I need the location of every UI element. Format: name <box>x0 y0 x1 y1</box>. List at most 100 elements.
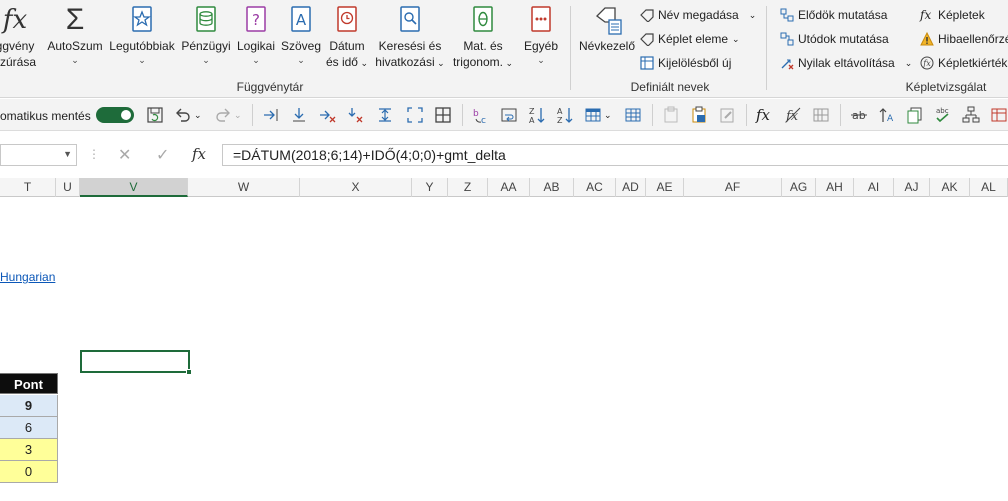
show-formulas-label: Képletek <box>938 8 985 22</box>
column-header-aj[interactable]: AJ <box>894 178 930 197</box>
table-cell[interactable]: 6 <box>0 417 58 439</box>
column-header-aa[interactable]: AA <box>488 178 530 197</box>
undo-icon[interactable] <box>174 106 192 124</box>
trace-precedents-icon[interactable] <box>262 106 280 124</box>
remove-arrows-icon[interactable] <box>318 106 336 124</box>
trace-precedents-button[interactable]: Elődök mutatása <box>780 8 887 22</box>
name-manager-button[interactable]: Névkezelő <box>578 4 636 54</box>
column-header-t[interactable]: T <box>0 178 56 197</box>
more-functions-button[interactable]: Egyéb ⌄ <box>520 4 562 66</box>
chevron-down-icon[interactable]: ⌄ <box>604 106 614 124</box>
sort-up-icon[interactable]: A <box>878 106 896 124</box>
insert-table-icon[interactable] <box>584 106 602 124</box>
name-box[interactable]: ▼ <box>0 144 77 166</box>
table-cell[interactable]: 0 <box>0 461 58 483</box>
copy-sheet-icon[interactable] <box>906 106 924 124</box>
wrap-text-icon[interactable] <box>500 106 518 124</box>
text-functions-button[interactable]: A Szöveg ⌄ <box>280 4 322 66</box>
insert-function-icon[interactable]: fx <box>192 145 206 163</box>
financial-functions-button[interactable]: Pénzügyi ⌄ <box>180 4 232 66</box>
chevron-down-icon: ⌄ <box>252 55 260 65</box>
svg-text:b: b <box>473 109 479 119</box>
sort-za-icon[interactable]: AZ <box>556 106 574 125</box>
insert-function-icon[interactable]: fx <box>756 106 774 124</box>
trace-dependents-button[interactable]: Utódok mutatása <box>780 32 889 46</box>
redo-icon[interactable] <box>214 106 232 124</box>
column-header-ah[interactable]: AH <box>816 178 854 197</box>
strikethrough-icon[interactable]: ab <box>850 106 868 124</box>
chevron-down-icon: ⌄ <box>748 9 757 20</box>
fit-cell-icon[interactable] <box>406 106 424 124</box>
evaluate-formula-button[interactable]: fx Képletkiérték <box>920 56 1007 70</box>
paste-values-icon[interactable] <box>690 106 708 124</box>
hyperlink-cell[interactable]: Hungarian <box>0 270 55 284</box>
column-header-u[interactable]: U <box>56 178 80 197</box>
lookup-label-1: Keresési és <box>378 39 442 53</box>
column-header-w[interactable]: W <box>188 178 300 197</box>
column-header-af[interactable]: AF <box>684 178 782 197</box>
lookup-functions-button[interactable]: Keresési és hivatkozási ⌄ <box>374 4 446 71</box>
column-header-x[interactable]: X <box>300 178 412 197</box>
worksheet-grid[interactable]: Hungarian Pont 9 6 3 0 <box>0 197 1008 501</box>
column-header-ac[interactable]: AC <box>574 178 616 197</box>
column-header-al[interactable]: AL <box>970 178 1008 197</box>
toolbar-separator <box>746 104 747 126</box>
borders-icon[interactable] <box>434 106 452 124</box>
table-grid-icon[interactable] <box>624 106 642 124</box>
math-functions-button[interactable]: Mat. és trigonom. ⌄ <box>448 4 518 71</box>
datetime-label-2: és idő <box>325 55 358 69</box>
column-header-ak[interactable]: AK <box>930 178 970 197</box>
formula-input[interactable]: =DÁTUM(2018;6;14)+IDŐ(4;0;0)+gmt_delta <box>222 144 1008 166</box>
fill-handle[interactable] <box>186 369 192 375</box>
spelling-icon[interactable]: abc <box>934 106 952 124</box>
replace-icon[interactable]: bc <box>472 106 490 126</box>
row-height-icon[interactable] <box>376 106 394 124</box>
logical-functions-button[interactable]: ? Logikai ⌄ <box>235 4 277 66</box>
more-book-icon <box>527 4 555 36</box>
trace-dependents-icon[interactable] <box>290 106 308 124</box>
svg-text:A: A <box>296 11 307 29</box>
format-painter-icon[interactable] <box>718 106 736 124</box>
column-header-ab[interactable]: AB <box>530 178 574 197</box>
table-cell[interactable]: 3 <box>0 439 58 461</box>
autosum-label: AutoSzum <box>47 39 103 53</box>
paste-disabled-icon[interactable] <box>662 106 680 124</box>
column-header-ag[interactable]: AG <box>782 178 816 197</box>
remove-arrows-button[interactable]: Nyilak eltávolítása ⌄ <box>780 56 912 70</box>
error-checking-button[interactable]: Hibaellenőrzé <box>920 31 1008 46</box>
use-in-formula-button[interactable]: Képlet eleme ⌄ <box>640 32 740 47</box>
column-header-ae[interactable]: AE <box>646 178 684 197</box>
create-from-selection-button[interactable]: Kijelölésből új <box>640 56 731 70</box>
remove-dependent-arrows-icon[interactable] <box>346 106 364 124</box>
chevron-down-icon[interactable]: ⌄ <box>194 106 204 124</box>
star-book-icon <box>128 4 156 36</box>
column-header-v[interactable]: V <box>80 178 188 197</box>
table-cell[interactable]: 9 <box>0 395 58 417</box>
confirm-icon[interactable]: ✓ <box>156 145 169 165</box>
autosum-button[interactable]: Σ AutoSzum ⌄ <box>46 4 104 66</box>
column-header-z[interactable]: Z <box>448 178 488 197</box>
define-name-button[interactable]: Név megadása ⌄ <box>640 8 757 23</box>
save-sync-icon[interactable] <box>146 106 164 124</box>
trace-dependents-icon <box>780 32 794 46</box>
strike-function-icon[interactable]: fx <box>784 106 802 124</box>
autosave-toggle[interactable] <box>96 107 134 123</box>
chevron-down-icon[interactable]: ⌄ <box>234 106 244 124</box>
column-header-ad[interactable]: AD <box>616 178 646 197</box>
chevron-down-icon: ⌄ <box>904 57 913 68</box>
calc-sheet-icon[interactable] <box>812 106 830 124</box>
recent-functions-button[interactable]: Legutóbbiak ⌄ <box>108 4 176 66</box>
show-formulas-button[interactable]: fx Képletek <box>920 8 985 22</box>
sort-az-icon[interactable]: ZA <box>528 106 546 125</box>
cancel-icon[interactable]: ✕ <box>118 145 131 165</box>
drag-handle-icon[interactable]: ⋮ <box>88 147 100 161</box>
svg-text:c: c <box>481 116 486 124</box>
datetime-functions-button[interactable]: Dátum és idő ⌄ <box>324 4 370 71</box>
svg-text:Z: Z <box>529 107 535 116</box>
sheet-icon[interactable] <box>990 106 1008 124</box>
org-chart-icon[interactable] <box>962 106 980 124</box>
insert-function-button[interactable]: fx ggvény szúrása <box>0 4 36 70</box>
active-cell[interactable] <box>80 350 192 375</box>
column-header-y[interactable]: Y <box>412 178 448 197</box>
column-header-ai[interactable]: AI <box>854 178 894 197</box>
